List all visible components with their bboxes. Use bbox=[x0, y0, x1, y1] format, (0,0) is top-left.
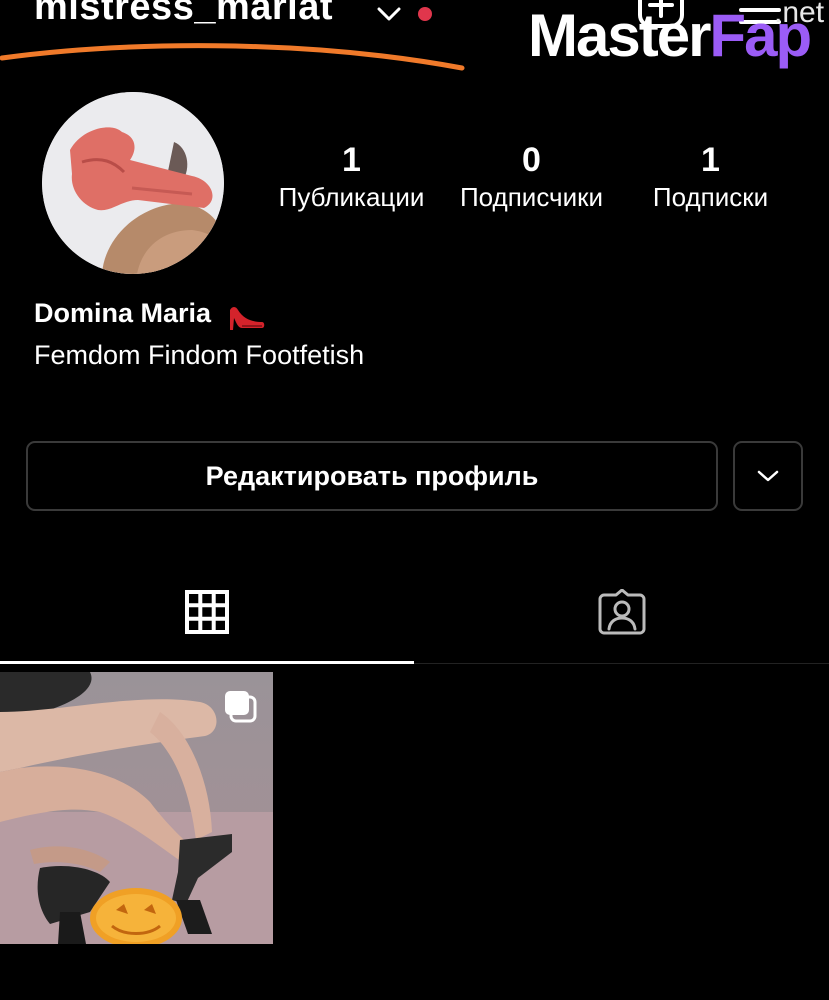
tagged-person-icon bbox=[598, 589, 645, 635]
grid-icon bbox=[185, 590, 229, 634]
stat-following[interactable]: 1 Подписки bbox=[623, 140, 798, 215]
watermark-logo: MasterFap bbox=[528, 2, 812, 69]
tab-tagged[interactable] bbox=[414, 560, 829, 664]
active-tab-indicator bbox=[0, 661, 414, 664]
avatar[interactable] bbox=[42, 92, 224, 274]
display-name: Domina Maria bbox=[34, 298, 212, 328]
stat-posts-count: 1 bbox=[342, 141, 361, 179]
chevron-down-icon[interactable] bbox=[376, 4, 402, 24]
stat-following-count: 1 bbox=[701, 141, 720, 179]
highlight-underline bbox=[0, 43, 465, 71]
bio-text: Femdom Findom Footfetish bbox=[34, 340, 365, 370]
multiple-photos-icon bbox=[225, 691, 257, 723]
high-heel-icon bbox=[230, 307, 265, 330]
watermark-domain: .net bbox=[774, 0, 825, 29]
notification-dot bbox=[418, 7, 432, 21]
profile-username[interactable]: mistress_mariat bbox=[34, 0, 333, 29]
tab-posts-grid[interactable] bbox=[0, 560, 414, 664]
stat-followers[interactable]: 0 Подписчики bbox=[444, 140, 619, 215]
stat-following-label: Подписки bbox=[652, 181, 769, 212]
tab-divider bbox=[414, 663, 829, 664]
stat-followers-count: 0 bbox=[522, 141, 541, 179]
stat-posts-label: Публикации bbox=[278, 181, 425, 212]
chevron-down-icon bbox=[757, 470, 779, 482]
edit-profile-button[interactable]: Редактировать профиль bbox=[26, 441, 718, 511]
stat-followers-label: Подписчики bbox=[459, 181, 604, 212]
suggestions-dropdown-button[interactable] bbox=[733, 441, 803, 511]
stat-posts[interactable]: 1 Публикации bbox=[264, 140, 439, 215]
